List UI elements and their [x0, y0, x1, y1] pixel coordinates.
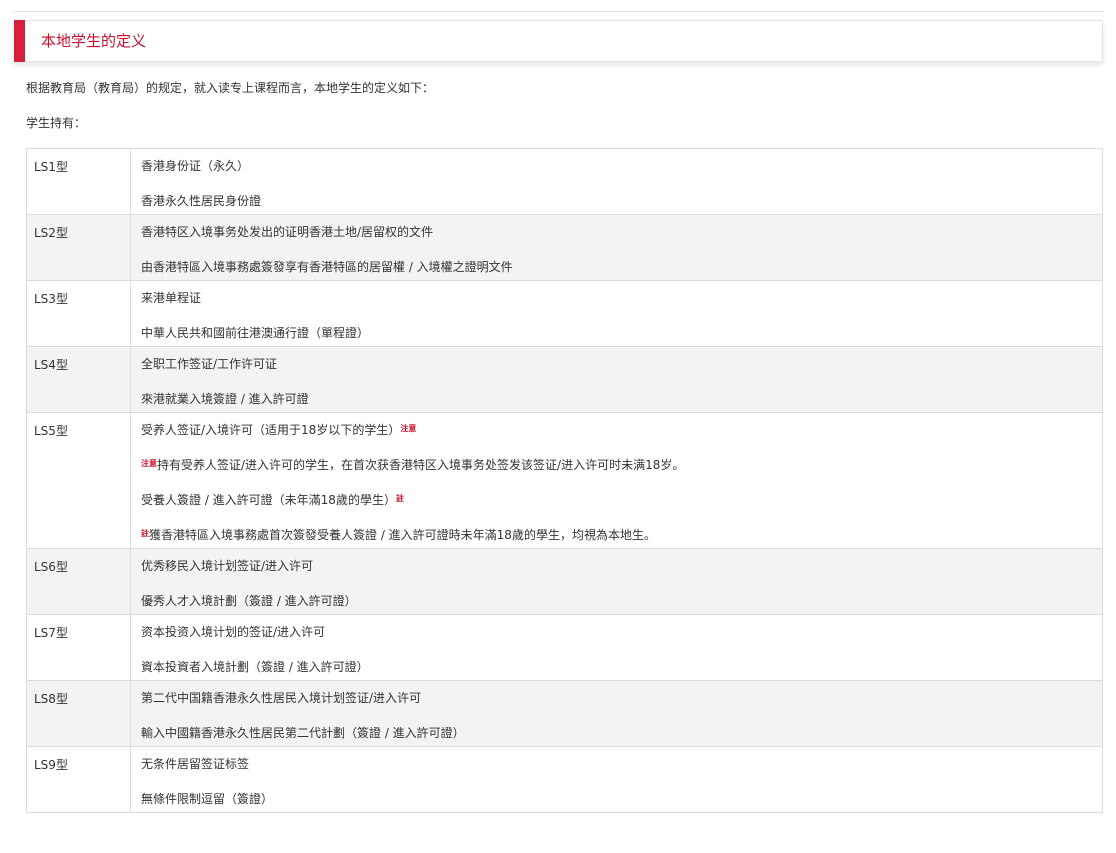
student-type-cell: LS8型	[26, 680, 131, 747]
table-row: LS9型 无条件居留签证标签無條件限制逗留（簽證）	[26, 746, 1103, 813]
document-line-text: 資本投資者入境計劃（簽證 / 進入許可證）	[141, 660, 369, 674]
student-type-cell: LS1型	[26, 148, 131, 215]
table-row: LS4型 全职工作签证/工作许可证來港就業入境簽證 / 進入許可證	[26, 346, 1103, 413]
student-type-cell: LS2型	[26, 214, 131, 281]
document-line-text: 優秀人才入境計劃（簽證 / 進入許可證）	[141, 594, 357, 608]
section-header: 本地学生的定义	[14, 20, 1103, 62]
document-line: 資本投資者入境計劃（簽證 / 進入許可證）	[141, 659, 1092, 676]
document-line-text: 全职工作签证/工作许可证	[141, 357, 278, 371]
document-line: 中華人民共和國前往港澳通行證（單程證）	[141, 325, 1092, 342]
document-line: 来港单程证	[141, 290, 1092, 307]
table-row: LS6型 优秀移民入境计划签证/进入许可優秀人才入境計劃（簽證 / 進入許可證）	[26, 548, 1103, 615]
document-line: 第二代中国籍香港永久性居民入境计划签证/进入许可	[141, 690, 1092, 707]
document-description-cell: 资本投资入境计划的签证/进入许可資本投資者入境計劃（簽證 / 進入許可證）	[130, 614, 1103, 681]
document-description-cell: 香港身份证（永久） 香港永久性居民身份證	[130, 148, 1103, 215]
table-row: LS8型 第二代中国籍香港永久性居民入境计划签证/进入许可輸入中國籍香港永久性居民…	[26, 680, 1103, 747]
document-line: 全职工作签证/工作许可证	[141, 356, 1092, 373]
document-line-text: 受养人签证/入境许可（适用于18岁以下的学生）	[141, 423, 401, 437]
document-line: 輸入中國籍香港永久性居民第二代計劃（簽證 / 進入許可證）	[141, 725, 1092, 742]
section-accent-bar	[14, 20, 25, 62]
table-row: LS1型 香港身份证（永久） 香港永久性居民身份證	[26, 148, 1103, 215]
document-line: 無條件限制逗留（簽證）	[141, 791, 1092, 808]
document-line: 优秀移民入境计划签证/进入许可	[141, 558, 1092, 575]
document-description-cell: 优秀移民入境计划签证/进入许可優秀人才入境計劃（簽證 / 進入許可證）	[130, 548, 1103, 615]
note-marker: 註	[141, 529, 149, 538]
document-line-text: 持有受养人签证/进入许可的学生，在首次获香港特区入境事务处签发该签证/进入许可时…	[157, 458, 685, 472]
table-row: LS5型 受养人签证/入境许可（适用于18岁以下的学生）注意 注意持有受养人签证/进…	[26, 412, 1103, 549]
table-row: LS2型 香港特区入境事务处发出的证明香港土地/居留权的文件由香港特區入境事務處簽…	[26, 214, 1103, 281]
document-description-cell: 全职工作签证/工作许可证來港就業入境簽證 / 進入許可證	[130, 346, 1103, 413]
document-line-text: 無條件限制逗留（簽證）	[141, 792, 274, 806]
document-line: 资本投资入境计划的签证/进入许可	[141, 624, 1092, 641]
student-type-cell: LS3型	[26, 280, 131, 347]
document-line-text: 受養人簽證 / 進入許可證（未年滿18歲的學生）	[141, 493, 396, 507]
document-line: 優秀人才入境計劃（簽證 / 進入許可證）	[141, 593, 1092, 610]
document-line: 註獲香港特區入境事務處首次簽發受養人簽證 / 進入許可證時未年滿18歲的學生，均…	[141, 527, 1092, 544]
document-line: 无条件居留签证标签	[141, 756, 1092, 773]
student-type-cell: LS4型	[26, 346, 131, 413]
document-line-text: 无条件居留签证标签	[141, 757, 250, 771]
student-type-cell: LS9型	[26, 746, 131, 813]
document-description-cell: 香港特区入境事务处发出的证明香港土地/居留权的文件由香港特區入境事務處簽發享有香…	[130, 214, 1103, 281]
note-marker: 注意	[400, 424, 417, 433]
document-line: 香港特区入境事务处发出的证明香港土地/居留权的文件	[141, 224, 1092, 241]
document-line-text: 香港永久性居民身份證	[141, 194, 262, 208]
document-line-text: 來港就業入境簽證 / 進入許可證	[141, 392, 309, 406]
local-student-table: LS1型 香港身份证（永久） 香港永久性居民身份證 LS2型 香港特区入境事务处发出的证…	[26, 148, 1103, 813]
document-line-text: 輸入中國籍香港永久性居民第二代計劃（簽證 / 進入許可證）	[141, 726, 465, 740]
document-line: 注意持有受养人签证/进入许可的学生，在首次获香港特区入境事务处签发该签证/进入许…	[141, 457, 1092, 474]
document-line: 由香港特區入境事務處簽發享有香港特區的居留權 / 入境權之證明文件	[141, 259, 1092, 276]
document-line: 受养人签证/入境许可（适用于18岁以下的学生）注意	[141, 422, 1092, 439]
document-line: 香港永久性居民身份證	[141, 193, 1092, 210]
document-description-cell: 无条件居留签证标签無條件限制逗留（簽證）	[130, 746, 1103, 813]
document-line-text: 资本投资入境计划的签证/进入许可	[141, 625, 326, 639]
document-line: 來港就業入境簽證 / 進入許可證	[141, 391, 1092, 408]
document-line-text: 优秀移民入境计划签证/进入许可	[141, 559, 314, 573]
note-marker: 註	[395, 494, 404, 503]
intro-text: 根据教育局（教育局）的规定，就入读专上课程而言，本地学生的定义如下：	[26, 81, 435, 95]
top-divider	[14, 11, 1104, 12]
document-description-cell: 来港单程证中華人民共和國前往港澳通行證（單程證）	[130, 280, 1103, 347]
student-type-cell: LS5型	[26, 412, 131, 549]
document-line-text: 獲香港特區入境事務處首次簽發受養人簽證 / 進入許可證時未年滿18歲的學生，均視…	[149, 528, 656, 542]
document-line-text: 第二代中国籍香港永久性居民入境计划签证/进入许可	[141, 691, 422, 705]
note-marker: 注意	[141, 459, 157, 468]
student-type-cell: LS7型	[26, 614, 131, 681]
document-line: 受養人簽證 / 進入許可證（未年滿18歲的學生）註	[141, 492, 1092, 509]
document-line-text: 由香港特區入境事務處簽發享有香港特區的居留權 / 入境權之證明文件	[141, 260, 513, 274]
section-title: 本地学生的定义	[41, 32, 147, 50]
table-row: LS7型 资本投资入境计划的签证/进入许可資本投資者入境計劃（簽證 / 進入許可證…	[26, 614, 1103, 681]
document-line: 香港身份证（永久）	[141, 158, 1092, 175]
holds-label: 学生持有：	[26, 116, 87, 130]
document-line-text: 中華人民共和國前往港澳通行證（單程證）	[141, 326, 370, 340]
table-row: LS3型 来港单程证中華人民共和國前往港澳通行證（單程證）	[26, 280, 1103, 347]
document-description-cell: 第二代中国籍香港永久性居民入境计划签证/进入许可輸入中國籍香港永久性居民第二代計…	[130, 680, 1103, 747]
document-line-text: 香港身份证（永久）	[141, 159, 250, 173]
document-line-text: 来港单程证	[141, 291, 202, 305]
document-line-text: 香港特区入境事务处发出的证明香港土地/居留权的文件	[141, 225, 434, 239]
document-description-cell: 受养人签证/入境许可（适用于18岁以下的学生）注意 注意持有受养人签证/进入许可的…	[130, 412, 1103, 549]
student-type-cell: LS6型	[26, 548, 131, 615]
